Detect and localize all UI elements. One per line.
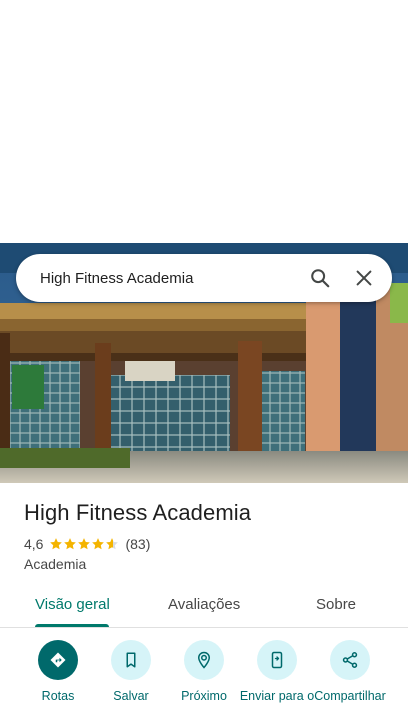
tab-overview[interactable]: Visão geral bbox=[35, 596, 110, 613]
send-to-phone-icon bbox=[271, 651, 283, 669]
close-button[interactable] bbox=[342, 256, 386, 300]
blank-map-area bbox=[0, 0, 408, 243]
save-button[interactable]: Salvar bbox=[91, 640, 171, 704]
save-circle[interactable] bbox=[111, 640, 151, 680]
close-icon bbox=[356, 270, 372, 286]
tab-about[interactable]: Sobre bbox=[316, 596, 356, 613]
directions-icon bbox=[50, 652, 66, 668]
rating-stars bbox=[49, 537, 119, 551]
share-button[interactable]: Compartilhar bbox=[310, 640, 390, 704]
star-icon bbox=[78, 538, 91, 550]
nearby-button[interactable]: Próximo bbox=[164, 640, 244, 704]
rating-value: 4,6 bbox=[24, 536, 44, 552]
send-to-phone-label: Enviar para o bbox=[239, 689, 315, 703]
directions-button[interactable]: Rotas bbox=[18, 640, 98, 704]
search-bar[interactable]: High Fitness Academia bbox=[16, 254, 392, 302]
star-icon bbox=[64, 538, 77, 550]
send-to-phone-button[interactable]: Enviar para o bbox=[237, 640, 317, 704]
save-label: Salvar bbox=[113, 689, 149, 703]
nearby-label: Próximo bbox=[181, 689, 227, 703]
tab-indicator bbox=[35, 624, 109, 627]
directions-label: Rotas bbox=[41, 689, 75, 703]
send-to-phone-circle[interactable] bbox=[257, 640, 297, 680]
star-icon bbox=[50, 538, 63, 550]
place-category: Academia bbox=[24, 556, 87, 572]
share-label: Compartilhar bbox=[314, 689, 386, 703]
nearby-circle[interactable] bbox=[184, 640, 224, 680]
review-count: (83) bbox=[125, 536, 151, 552]
share-circle[interactable] bbox=[330, 640, 370, 680]
star-half-icon bbox=[106, 538, 119, 550]
star-icon bbox=[92, 538, 105, 550]
rating-row[interactable]: 4,6 (83) bbox=[24, 536, 150, 552]
search-icon bbox=[311, 269, 330, 288]
bookmark-icon bbox=[126, 652, 136, 668]
action-bar: Rotas Salvar Próximo Enviar para o Compa… bbox=[0, 640, 408, 726]
place-title: High Fitness Academia bbox=[24, 500, 252, 525]
tab-reviews[interactable]: Avaliações bbox=[168, 596, 240, 613]
tab-bar: Visão geral Avaliações Sobre bbox=[0, 584, 408, 628]
nearby-icon bbox=[197, 651, 211, 669]
search-button[interactable] bbox=[298, 256, 342, 300]
directions-circle[interactable] bbox=[38, 640, 78, 680]
share-icon bbox=[342, 652, 358, 668]
search-input[interactable]: High Fitness Academia bbox=[40, 270, 298, 287]
